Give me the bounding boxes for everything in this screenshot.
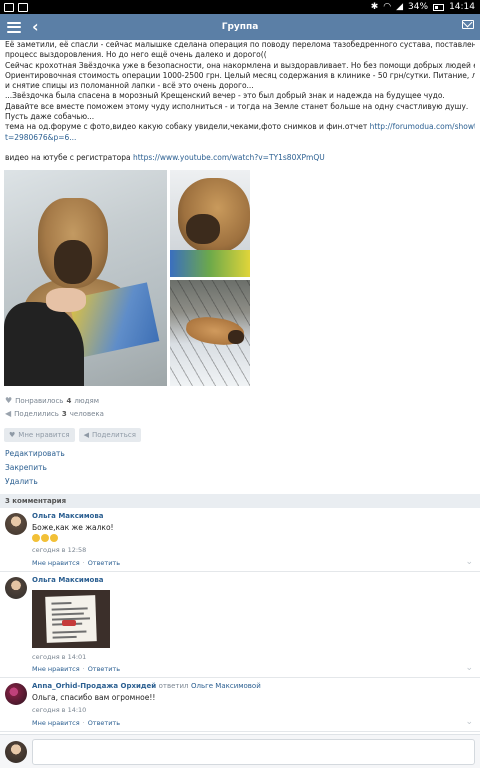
pin-link[interactable]: Закрепить: [5, 463, 47, 472]
heart-icon: ♥: [5, 396, 13, 405]
edit-link[interactable]: Редактировать: [5, 449, 65, 458]
menu-icon[interactable]: [4, 17, 24, 37]
post-line: Ориентировочная стоимость операции 1000-…: [5, 70, 475, 80]
comment-author[interactable]: Ольга Максимова: [32, 512, 104, 520]
replied-to-name[interactable]: Ольге Максимовой: [191, 682, 261, 690]
forum-link[interactable]: http://forumodua.com/showthread.php?: [370, 122, 475, 131]
shares-info[interactable]: ◀ Поделились 3 человека: [5, 409, 104, 418]
post-line: ...Звёздочка была спасена в морозный Кре…: [5, 91, 445, 101]
delete-link[interactable]: Удалить: [5, 477, 38, 486]
back-icon[interactable]: ‹: [32, 17, 50, 37]
megaphone-icon: ◀: [83, 431, 89, 439]
post-actions: ♥ Мне нравится ◀ Поделиться: [4, 428, 141, 442]
comment-like-link[interactable]: Мне нравится: [32, 559, 80, 567]
video-link[interactable]: https://www.youtube.com/watch?v=TY1s80XP…: [133, 153, 325, 162]
shares-count: 3: [61, 409, 67, 418]
avatar[interactable]: [5, 577, 27, 599]
post-text: Её заметили, её спасли - сейчас малышке …: [5, 40, 475, 163]
comment-input[interactable]: [32, 739, 475, 765]
chevron-down-icon[interactable]: ⌄: [465, 557, 473, 567]
comment-item: Ольга Максимова Боже,как же жалко! сегод…: [0, 508, 480, 572]
post-photos: [4, 170, 250, 388]
forum-text: тема на од.форуме с фото,видео какую соб…: [5, 122, 370, 132]
comment-actions: Мне нравится · Ответить: [32, 665, 120, 673]
page-title: Группа: [221, 22, 259, 32]
comment-time: сегодня в 14:01: [32, 653, 87, 661]
email-notification-icon: [4, 2, 14, 12]
post-line: Сейчас крохотная Звёздочка уже в безопас…: [5, 60, 475, 70]
separator: ·: [82, 559, 85, 567]
comment-author-line: Anna_Orhid-Продажа Орхидей ответил Ольге…: [32, 682, 261, 690]
comment-author[interactable]: Anna_Orhid-Продажа Орхидей: [32, 682, 156, 690]
avatar: [5, 741, 27, 763]
signal-icon: ◢: [396, 2, 404, 12]
forum-link-continued[interactable]: t=2980676&p=6...: [5, 133, 76, 142]
image-notification-icon: [18, 2, 28, 12]
post-line: Её заметили, её спасли - сейчас малышке …: [5, 40, 475, 49]
like-button[interactable]: ♥ Мне нравится: [4, 428, 75, 442]
comment-actions: Мне нравится · Ответить: [32, 559, 120, 567]
avatar[interactable]: [5, 683, 27, 705]
comment-like-link[interactable]: Мне нравится: [32, 665, 80, 673]
separator: ·: [82, 665, 85, 673]
likes-prefix: Понравилось: [15, 396, 64, 405]
avatar[interactable]: [5, 513, 27, 535]
chevron-down-icon[interactable]: ⌄: [465, 717, 473, 727]
comments-header: 3 комментария: [0, 494, 480, 508]
comment-author[interactable]: Ольга Максимова: [32, 576, 104, 584]
share-label: Поделиться: [91, 431, 136, 439]
battery-level: 34%: [408, 2, 429, 12]
post-line: t=2980676&p=6...: [5, 133, 475, 143]
like-label: Мне нравится: [18, 431, 70, 439]
messages-icon[interactable]: [462, 20, 474, 29]
comment-actions: Мне нравится · Ответить: [32, 719, 120, 727]
comment-reply-link[interactable]: Ответить: [88, 559, 120, 567]
wifi-icon: ◠: [383, 2, 392, 12]
comment-photo-receipt[interactable]: [32, 590, 110, 648]
comment-time: сегодня в 14:10: [32, 706, 87, 714]
heart-icon: ♥: [9, 431, 16, 439]
battery-icon: [433, 3, 445, 11]
status-bar: ✱ ◠ ◢ 34% 14:14: [0, 0, 480, 14]
separator: ·: [82, 719, 85, 727]
photo-dog-in-hands[interactable]: [4, 170, 167, 386]
post-line: Пусть даже собачью...: [5, 112, 95, 122]
shares-prefix: Поделились: [14, 409, 59, 418]
bluetooth-icon: ✱: [370, 2, 379, 12]
comment-text: Ольга, спасибо вам огромное!!: [32, 693, 156, 702]
megaphone-icon: ◀: [5, 409, 12, 418]
post-line: процесс выздоровления. Но до него ещё оч…: [5, 50, 267, 60]
comment-text: Боже,как же жалко!: [32, 523, 114, 532]
app-header: ‹ Группа: [0, 14, 480, 40]
replied-to-label: ответил: [158, 682, 189, 690]
post-line: и снятие спицы из поломанной лапки - всё…: [5, 81, 254, 91]
shares-suffix: человека: [69, 409, 104, 418]
post-line: Давайте все вместе поможем этому чуду ис…: [5, 101, 469, 111]
comment-reply-link[interactable]: Ответить: [88, 665, 120, 673]
comment-like-link[interactable]: Мне нравится: [32, 719, 80, 727]
photo-dog-in-snow[interactable]: [170, 280, 250, 386]
video-text: видео на ютубе с регистратора: [5, 152, 133, 162]
comment-composer: [0, 734, 480, 768]
likes-count: 4: [66, 396, 72, 405]
share-button[interactable]: ◀ Поделиться: [78, 428, 141, 442]
post-line: тема на од.форуме с фото,видео какую соб…: [5, 122, 475, 132]
photo-dog-on-blanket[interactable]: [170, 170, 250, 277]
chevron-down-icon[interactable]: ⌄: [465, 663, 473, 673]
comment-reply-link[interactable]: Ответить: [88, 719, 120, 727]
crying-emoji-icon: [32, 534, 58, 542]
comment-time: сегодня в 12:58: [32, 546, 87, 554]
comment-emoji: [32, 534, 58, 544]
likes-info[interactable]: ♥ Понравилось 4 людям: [5, 396, 99, 405]
post-line: видео на ютубе с регистратора https://ww…: [5, 153, 475, 163]
comment-item: Anna_Orhid-Продажа Орхидей ответил Ольге…: [0, 678, 480, 732]
clock: 14:14: [449, 2, 475, 12]
likes-suffix: людям: [74, 396, 100, 405]
